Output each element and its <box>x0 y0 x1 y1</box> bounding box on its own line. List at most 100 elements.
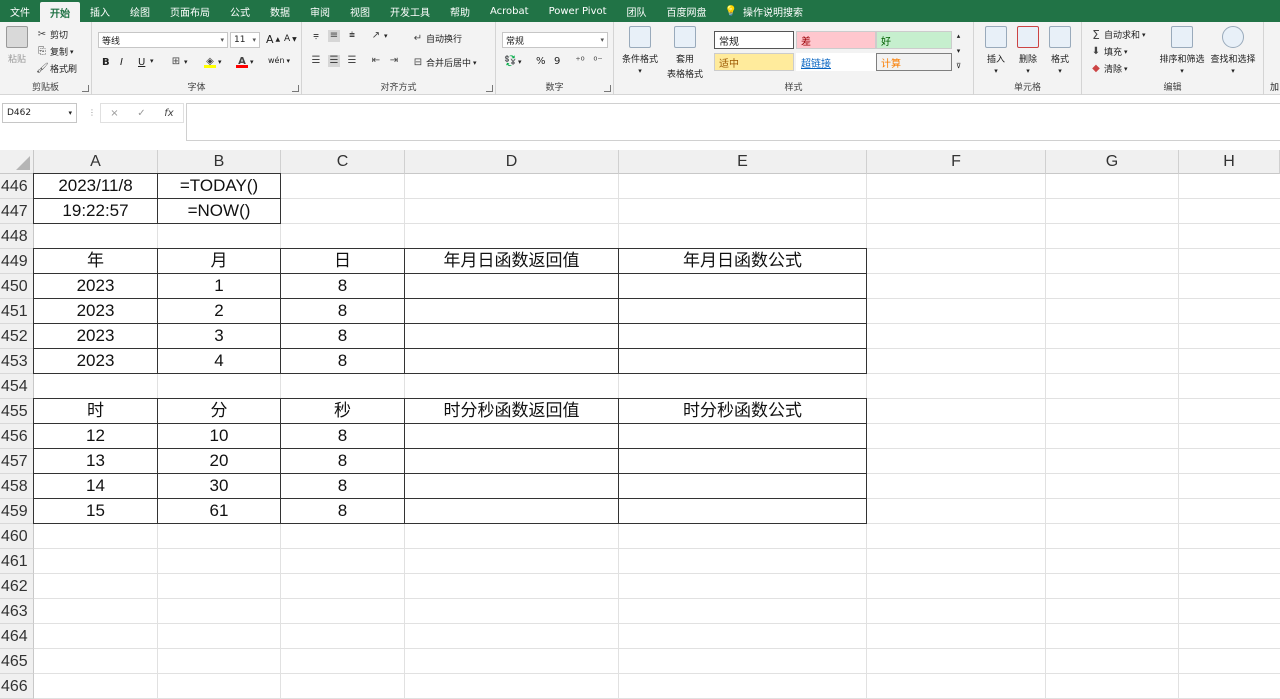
cell-a455[interactable]: 时 <box>33 398 158 424</box>
cell-e457[interactable] <box>618 448 867 474</box>
format-painter-button[interactable]: 🖌 格式刷 <box>36 62 77 76</box>
column-header-c[interactable]: C <box>281 150 405 174</box>
comma-button[interactable]: 9 <box>554 56 560 67</box>
tab-data[interactable]: 数据 <box>260 0 300 22</box>
name-box[interactable]: D462 ▾ <box>2 103 77 123</box>
tab-view[interactable]: 视图 <box>340 0 380 22</box>
column-header-a[interactable]: A <box>34 150 158 174</box>
delete-cells-button[interactable]: 删除 ▾ <box>1014 26 1042 75</box>
cell-b446[interactable]: =TODAY() <box>157 173 281 199</box>
row-header-464[interactable]: 464 <box>0 624 34 649</box>
cell-e455[interactable]: 时分秒函数公式 <box>618 398 867 424</box>
cell-e459[interactable] <box>618 498 867 524</box>
style-good[interactable]: 好 <box>876 31 952 49</box>
row-header-451[interactable]: 451 <box>0 299 34 324</box>
select-all-corner[interactable] <box>0 150 34 174</box>
clipboard-launcher-icon[interactable] <box>82 85 89 92</box>
tab-acrobat[interactable]: Acrobat <box>480 0 539 22</box>
orientation-button[interactable]: ↗ ▾ <box>370 30 388 42</box>
row-header-459[interactable]: 459 <box>0 499 34 524</box>
row-header-450[interactable]: 450 <box>0 274 34 299</box>
column-header-e[interactable]: E <box>619 150 867 174</box>
tab-home[interactable]: 开始 <box>40 2 80 22</box>
cell-b451[interactable]: 2 <box>157 298 281 324</box>
tab-file[interactable]: 文件 <box>0 0 40 22</box>
insert-cells-button[interactable]: 插入 ▾ <box>982 26 1010 75</box>
cell-c453[interactable]: 8 <box>280 348 405 374</box>
row-header-456[interactable]: 456 <box>0 424 34 449</box>
row-header-452[interactable]: 452 <box>0 324 34 349</box>
align-top-button[interactable]: ⩦ <box>310 30 322 42</box>
cell-a457[interactable]: 13 <box>33 448 158 474</box>
cell-e458[interactable] <box>618 473 867 499</box>
cell-e450[interactable] <box>618 273 867 299</box>
tab-help[interactable]: 帮助 <box>440 0 480 22</box>
format-as-table-button[interactable]: 套用 表格格式 <box>662 26 708 80</box>
cell-a456[interactable]: 12 <box>33 423 158 449</box>
row-header-448[interactable]: 448 <box>0 224 34 249</box>
italic-button[interactable]: I <box>120 57 123 68</box>
column-header-g[interactable]: G <box>1046 150 1179 174</box>
font-launcher-icon[interactable] <box>292 85 299 92</box>
row-header-455[interactable]: 455 <box>0 399 34 424</box>
cell-a453[interactable]: 2023 <box>33 348 158 374</box>
paste-button[interactable]: 粘贴 <box>4 26 30 65</box>
cell-b458[interactable]: 30 <box>157 473 281 499</box>
cell-d455[interactable]: 时分秒函数返回值 <box>404 398 619 424</box>
tab-power-pivot[interactable]: Power Pivot <box>539 0 617 22</box>
clear-button[interactable]: ◆ 清除 ▾ <box>1090 62 1127 76</box>
row-header-457[interactable]: 457 <box>0 449 34 474</box>
cell-d456[interactable] <box>404 423 619 449</box>
conditional-formatting-button[interactable]: 条件格式 ▾ <box>620 26 660 75</box>
font-size-select[interactable]: 11 ▾ <box>230 32 260 48</box>
cell-d449[interactable]: 年月日函数返回值 <box>404 248 619 274</box>
cell-e456[interactable] <box>618 423 867 449</box>
resize-dots-icon[interactable]: ⋮ <box>88 108 96 117</box>
cell-c457[interactable]: 8 <box>280 448 405 474</box>
cell-c449[interactable]: 日 <box>280 248 405 274</box>
cell-a446[interactable]: 2023/11/8 <box>33 173 158 199</box>
enter-icon[interactable]: ✓ <box>137 108 145 119</box>
alignment-launcher-icon[interactable] <box>486 85 493 92</box>
row-header-458[interactable]: 458 <box>0 474 34 499</box>
fill-color-button[interactable]: ◈ ▾ <box>204 56 222 68</box>
shrink-font-button[interactable]: A ▼ <box>284 34 297 44</box>
copy-button[interactable]: ⎘ 复制 ▾ <box>36 45 74 59</box>
cell-b452[interactable]: 3 <box>157 323 281 349</box>
row-header-447[interactable]: 447 <box>0 199 34 224</box>
column-header-f[interactable]: F <box>867 150 1046 174</box>
cell-d458[interactable] <box>404 473 619 499</box>
number-launcher-icon[interactable] <box>604 85 611 92</box>
cancel-icon[interactable]: × <box>110 108 118 119</box>
style-hyperlink[interactable]: 超链接 <box>796 53 876 71</box>
wrap-text-button[interactable]: ↵ 自动换行 <box>412 32 462 46</box>
align-middle-button[interactable]: ≡ <box>328 30 340 42</box>
row-header-466[interactable]: 466 <box>0 674 34 699</box>
cell-a458[interactable]: 14 <box>33 473 158 499</box>
cell-e451[interactable] <box>618 298 867 324</box>
row-header-446[interactable]: 446 <box>0 174 34 199</box>
cell-d452[interactable] <box>404 323 619 349</box>
cell-b449[interactable]: 月 <box>157 248 281 274</box>
tab-baidu-netdisk[interactable]: 百度网盘 <box>657 0 717 22</box>
cell-b455[interactable]: 分 <box>157 398 281 424</box>
row-header-449[interactable]: 449 <box>0 249 34 274</box>
column-header-d[interactable]: D <box>405 150 619 174</box>
borders-button[interactable]: ⊞ ▾ <box>170 56 188 68</box>
align-center-button[interactable]: ☰ <box>328 55 340 67</box>
align-bottom-button[interactable]: ⩧ <box>346 30 358 42</box>
column-header-b[interactable]: B <box>158 150 281 174</box>
cell-c450[interactable]: 8 <box>280 273 405 299</box>
cell-a450[interactable]: 2023 <box>33 273 158 299</box>
cell-c451[interactable]: 8 <box>280 298 405 324</box>
decrease-decimal-button[interactable]: ⁰⁻ <box>592 56 604 68</box>
cut-button[interactable]: ✂ 剪切 <box>36 28 68 42</box>
row-header-463[interactable]: 463 <box>0 599 34 624</box>
format-cells-button[interactable]: 格式 ▾ <box>1046 26 1074 75</box>
bold-button[interactable]: B <box>102 57 110 68</box>
tab-page-layout[interactable]: 页面布局 <box>160 0 220 22</box>
cell-d453[interactable] <box>404 348 619 374</box>
grow-font-button[interactable]: A ▲ <box>266 33 280 46</box>
cell-a447[interactable]: 19:22:57 <box>33 198 158 224</box>
cell-b453[interactable]: 4 <box>157 348 281 374</box>
